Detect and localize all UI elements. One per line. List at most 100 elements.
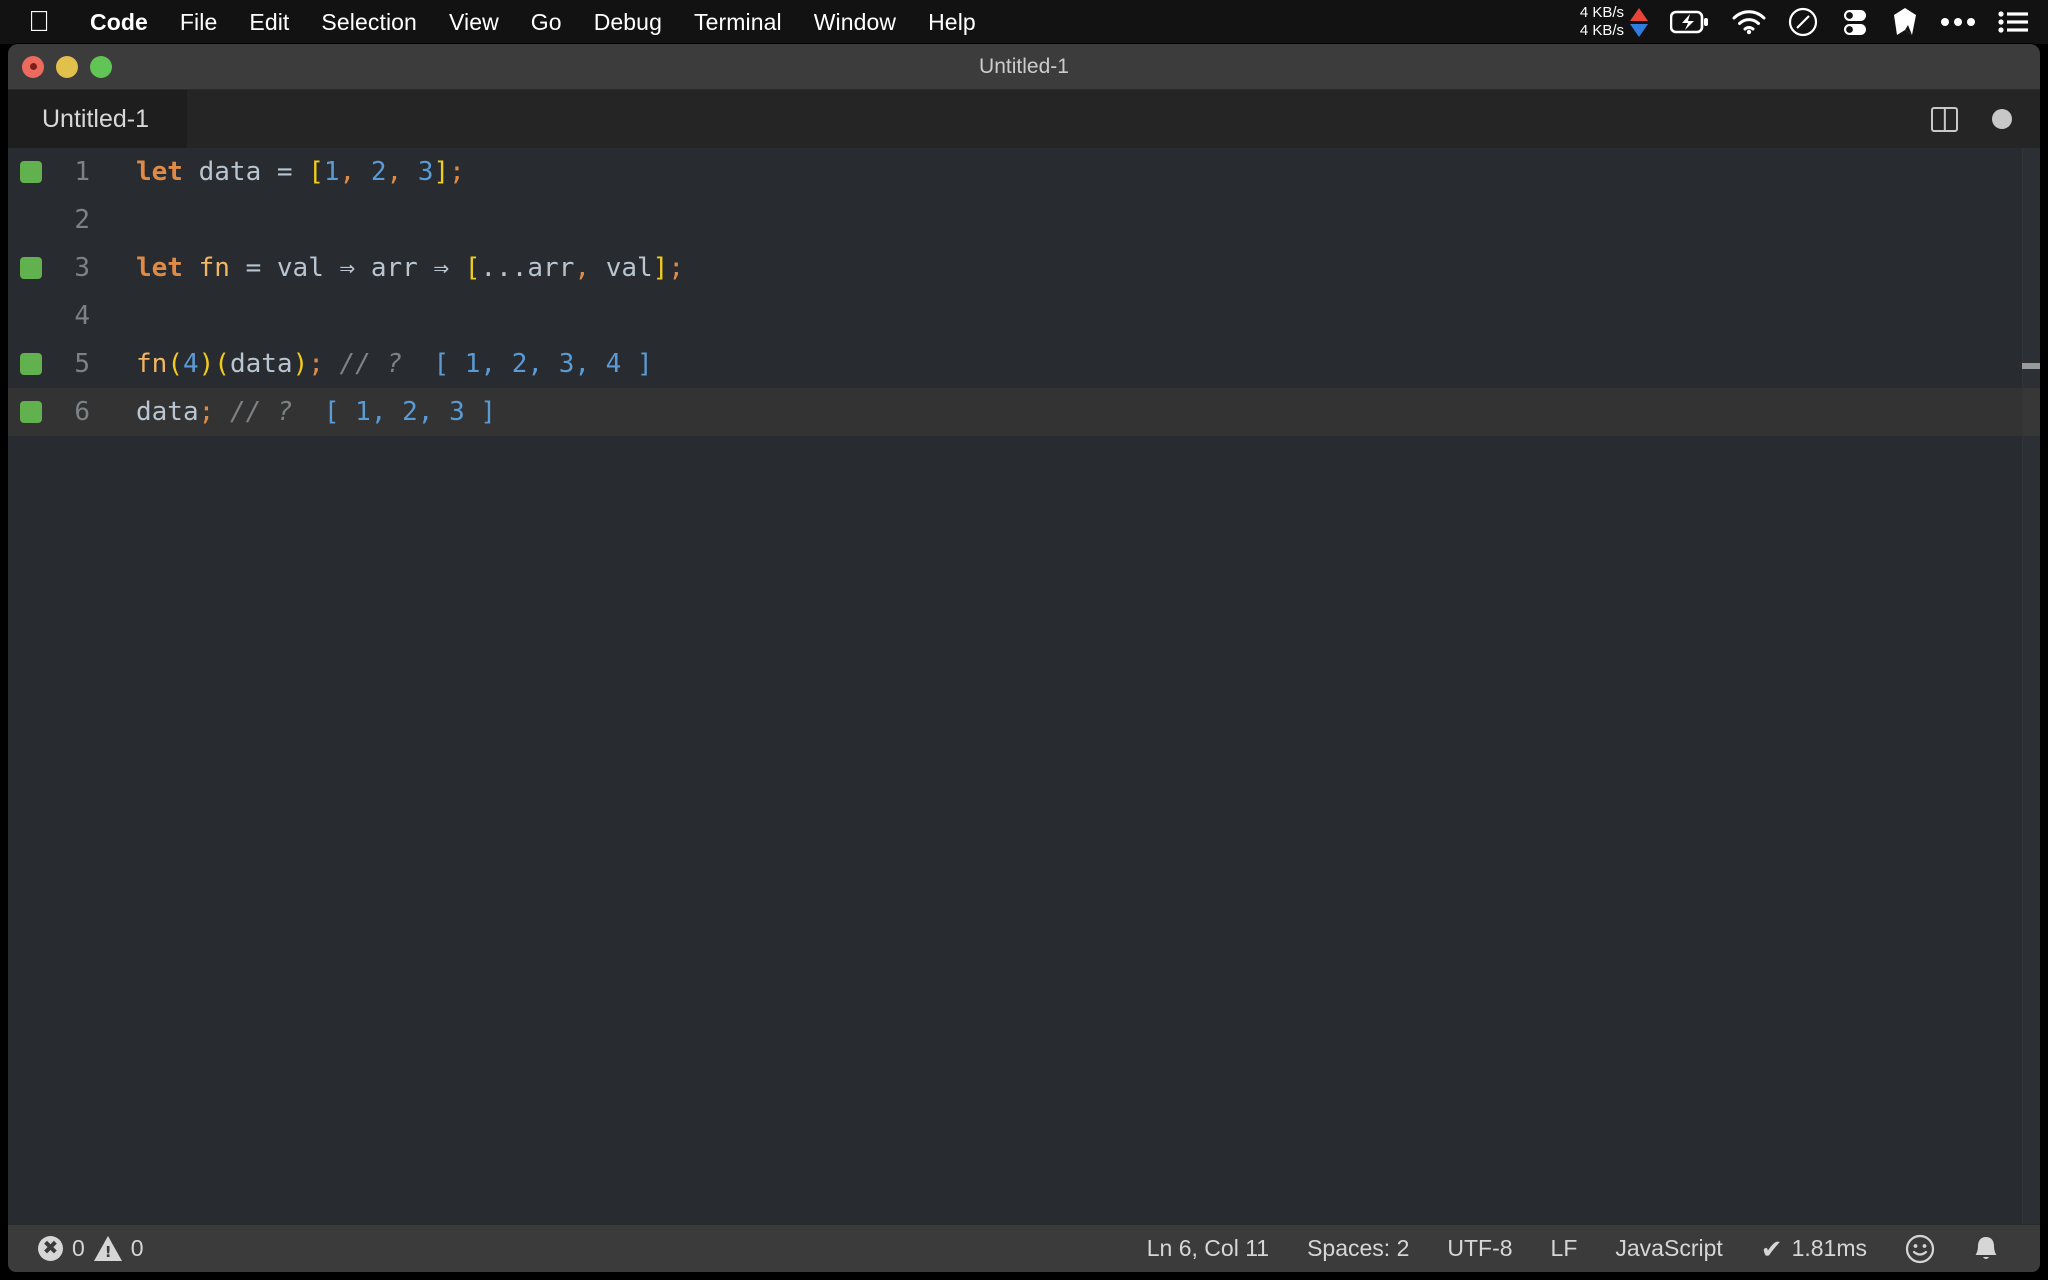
maximize-window-button[interactable]	[90, 55, 112, 78]
menu-item-file[interactable]: File	[164, 9, 233, 36]
menu-item-window[interactable]: Window	[798, 9, 912, 36]
line-content: let data = [1, 2, 3];	[112, 157, 465, 187]
ellipsis-icon[interactable]	[1940, 16, 1976, 28]
battery-charging-icon[interactable]	[1670, 9, 1710, 35]
eol-status[interactable]: LF	[1532, 1235, 1597, 1262]
token: )	[198, 349, 215, 379]
bell-icon	[1975, 1236, 1997, 1259]
language-mode-status[interactable]: JavaScript	[1596, 1235, 1741, 1262]
menu-item-code[interactable]: Code	[74, 9, 164, 36]
encoding-status[interactable]: UTF-8	[1428, 1235, 1531, 1262]
token: ;	[198, 397, 215, 427]
menu-item-selection[interactable]: Selection	[305, 9, 433, 36]
code-line-6[interactable]: 6 data; // ? [ 1, 2, 3 ]	[8, 388, 2040, 436]
token: ...	[480, 253, 528, 283]
token: ;	[308, 349, 324, 379]
token: =	[245, 253, 262, 283]
window-title-bar: Untitled-1	[8, 44, 2040, 90]
token: ,	[386, 157, 403, 187]
editor-scrollbar[interactable]	[2022, 148, 2040, 1224]
cursor-position-label: Ln 6, Col 11	[1146, 1235, 1270, 1261]
token: =	[276, 157, 293, 187]
download-arrow-icon	[1630, 23, 1648, 37]
live-run-marker-icon	[20, 401, 42, 423]
indentation-label: Spaces: 2	[1307, 1235, 1410, 1261]
code-line-4[interactable]: 4	[8, 292, 2040, 340]
upload-arrow-icon	[1630, 7, 1648, 21]
macos-menu-bar:  CodeFileEditSelectionViewGoDebugTermin…	[0, 0, 2048, 44]
minimize-window-button[interactable]	[56, 55, 78, 78]
menu-bar-status-icons: 4 KB/s 4 KB/s	[1580, 4, 2048, 40]
token: arr	[527, 253, 575, 283]
token: )	[292, 349, 309, 379]
network-speed-indicator[interactable]: 4 KB/s 4 KB/s	[1580, 4, 1648, 40]
token: ⇒	[339, 253, 356, 283]
token: data	[229, 349, 293, 379]
token: fn	[198, 253, 230, 283]
menu-item-view[interactable]: View	[433, 9, 515, 36]
live-run-marker-icon	[20, 161, 42, 183]
eol-label: LF	[1550, 1235, 1578, 1261]
unsaved-dot-icon[interactable]	[1992, 109, 2012, 129]
token: ;	[449, 157, 465, 187]
traffic-lights	[8, 55, 112, 78]
cursor-position-status[interactable]: Ln 6, Col 11	[1128, 1235, 1288, 1262]
code-line-5[interactable]: 5 fn(4)(data); // ? [ 1, 2, 3, 4 ]	[8, 340, 2040, 388]
warning-count: 0	[130, 1235, 144, 1261]
wifi-icon[interactable]	[1732, 9, 1766, 35]
network-download-speed: 4 KB/s	[1579, 22, 1624, 39]
token: 4	[182, 349, 199, 379]
network-arrows	[1630, 7, 1648, 37]
token: [ 1, 2, 3 ]	[323, 397, 497, 427]
status-bar-right: Ln 6, Col 11 Spaces: 2 UTF-8 LF JavaScri…	[1128, 1234, 2040, 1264]
problems-status[interactable]: ✖ 0 0	[32, 1235, 150, 1262]
notifications-status[interactable]	[1954, 1234, 2018, 1264]
token: ⇒	[433, 253, 450, 283]
vscode-window: Untitled-1 Untitled-1 1 let data = [1, 2,…	[8, 44, 2040, 1272]
token: ]	[433, 157, 450, 187]
apple-logo-icon[interactable]: 	[26, 7, 52, 37]
code-line-1[interactable]: 1 let data = [1, 2, 3];	[8, 148, 2040, 196]
code-editor[interactable]: 1 let data = [1, 2, 3]; 2 3 let fn = val ⇒ a…	[8, 148, 2040, 1224]
menu-item-edit[interactable]: Edit	[233, 9, 305, 36]
line-content: let fn = val ⇒ arr ⇒ [...arr, val];	[112, 253, 684, 283]
menu-item-help[interactable]: Help	[912, 9, 992, 36]
menu-items: Code File Edit Selection View Go Debug Terminal…	[74, 9, 992, 36]
split-editor-icon[interactable]	[1931, 106, 1958, 132]
live-run-marker-icon	[20, 353, 42, 375]
indentation-status[interactable]: Spaces: 2	[1288, 1235, 1428, 1262]
menu-item-terminal[interactable]: Terminal	[678, 9, 798, 36]
token: fn	[136, 349, 168, 379]
window-title: Untitled-1	[979, 54, 1069, 78]
tab-untitled-1[interactable]: Untitled-1	[8, 90, 188, 148]
dnd-icon[interactable]	[1788, 7, 1818, 37]
menu-item-go[interactable]: Go	[515, 9, 578, 36]
error-icon: ✖	[38, 1236, 63, 1261]
toggles-icon[interactable]	[1840, 7, 1870, 37]
line-number: 4	[74, 301, 90, 331]
warning-icon	[93, 1236, 122, 1261]
list-menu-icon[interactable]	[1998, 10, 2028, 34]
token: ]	[652, 253, 669, 283]
error-count: 0	[72, 1235, 85, 1261]
feedback-status[interactable]	[1886, 1234, 1954, 1264]
gem-icon[interactable]	[1892, 7, 1918, 37]
quokka-runtime-status[interactable]: ✔ 1.81ms	[1742, 1235, 1886, 1262]
language-mode-label: JavaScript	[1615, 1235, 1723, 1261]
code-line-3[interactable]: 3 let fn = val ⇒ arr ⇒ [...arr, val];	[8, 244, 2040, 292]
close-window-button[interactable]	[22, 55, 44, 78]
code-line-2[interactable]: 2	[8, 196, 2040, 244]
token: let	[136, 253, 183, 283]
line-number: 2	[74, 205, 90, 235]
token: (	[167, 349, 183, 379]
token: ,	[339, 157, 356, 187]
menu-item-debug[interactable]: Debug	[578, 9, 678, 36]
